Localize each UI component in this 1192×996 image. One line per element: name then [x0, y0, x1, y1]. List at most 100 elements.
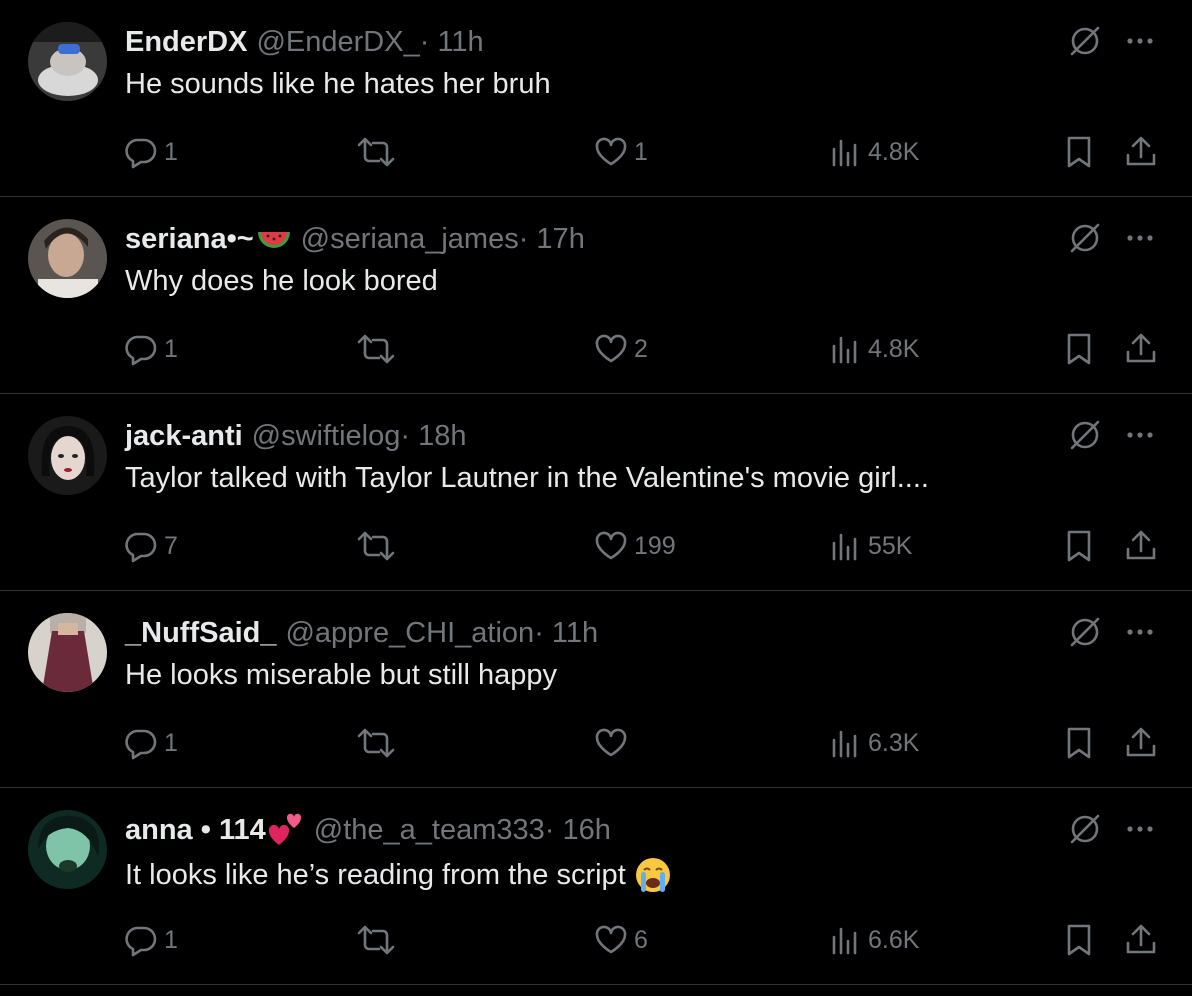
views-button[interactable]: 6.6K: [828, 918, 919, 962]
user-handle[interactable]: @swiftielog: [252, 420, 401, 453]
repost-button[interactable]: [356, 721, 396, 765]
reply-button[interactable]: 7: [124, 524, 178, 568]
reply-count: 1: [164, 728, 178, 757]
views-icon: [832, 730, 857, 758]
display-name[interactable]: EnderDX: [125, 26, 247, 59]
reply-icon: [125, 926, 157, 957]
bookmark-icon: [1067, 924, 1091, 956]
share-button[interactable]: [1124, 130, 1158, 174]
view-count: 4.8K: [868, 334, 920, 363]
share-icon: [1126, 136, 1156, 166]
more-options-icon[interactable]: [1122, 615, 1158, 649]
avatar[interactable]: [28, 416, 107, 495]
two-hearts-emoji-icon: [268, 813, 301, 845]
view-count: 6.6K: [868, 925, 920, 954]
views-icon: [832, 533, 857, 561]
like-button[interactable]: [594, 721, 634, 765]
view-count: 4.8K: [868, 137, 920, 166]
bookmark-button[interactable]: [1064, 327, 1094, 371]
post[interactable]: _NuffSaid_ @appre_CHI_ation · 11h He loo…: [0, 591, 1192, 788]
repost-button[interactable]: [356, 130, 396, 174]
avatar[interactable]: [28, 810, 107, 889]
display-name[interactable]: seriana•~: [125, 223, 254, 256]
more-options-icon[interactable]: [1122, 24, 1158, 58]
user-handle[interactable]: @appre_CHI_ation: [285, 617, 534, 650]
post-header: _NuffSaid_ @appre_CHI_ation · 11h: [125, 615, 598, 651]
share-button[interactable]: [1124, 918, 1158, 962]
grok-icon[interactable]: [1068, 24, 1102, 58]
post[interactable]: jack-anti @swiftielog · 18h Taylor talke…: [0, 394, 1192, 591]
post-header: anna • 114 @the_a_team333 · 16h: [125, 812, 611, 848]
repost-icon: [357, 728, 395, 758]
like-button[interactable]: 2: [594, 327, 648, 371]
views-icon: [832, 139, 857, 167]
display-name[interactable]: anna • 114: [125, 814, 266, 847]
user-handle[interactable]: @seriana_james: [301, 223, 519, 256]
like-button[interactable]: 1: [594, 130, 648, 174]
bookmark-button[interactable]: [1064, 524, 1094, 568]
share-button[interactable]: [1124, 327, 1158, 371]
timestamp[interactable]: · 11h: [534, 617, 598, 650]
share-icon: [1126, 530, 1156, 560]
heart-icon: [595, 334, 627, 363]
more-options-icon[interactable]: [1122, 418, 1158, 452]
post-text: He sounds like he hates her bruh: [125, 68, 551, 101]
post-text-content: Why does he look bored: [125, 265, 438, 297]
reply-button[interactable]: 1: [124, 327, 178, 371]
bookmark-button[interactable]: [1064, 130, 1094, 174]
bookmark-button[interactable]: [1064, 721, 1094, 765]
reply-button[interactable]: 1: [124, 918, 178, 962]
views-button[interactable]: 4.8K: [828, 130, 919, 174]
repost-button[interactable]: [356, 918, 396, 962]
like-button[interactable]: 199: [594, 524, 676, 568]
display-name[interactable]: _NuffSaid_: [125, 617, 276, 650]
action-bar: 1 6.3K: [0, 721, 1192, 765]
heart-icon: [595, 137, 627, 166]
action-bar: 1 6 6.6K: [0, 918, 1192, 962]
post-text: Taylor talked with Taylor Lautner in the…: [125, 462, 929, 495]
repost-button[interactable]: [356, 524, 396, 568]
more-options-icon[interactable]: [1122, 812, 1158, 846]
share-button[interactable]: [1124, 721, 1158, 765]
action-bar: 1 2 4.8K: [0, 327, 1192, 371]
heart-icon: [595, 531, 627, 560]
bookmark-button[interactable]: [1064, 918, 1094, 962]
bookmark-icon: [1067, 136, 1091, 168]
post[interactable]: EnderDX @EnderDX_ · 11h He sounds like h…: [0, 0, 1192, 197]
reply-button[interactable]: 1: [124, 721, 178, 765]
post-text-content: Taylor talked with Taylor Lautner in the…: [125, 462, 929, 494]
reply-count: 7: [164, 531, 178, 560]
more-options-icon[interactable]: [1122, 221, 1158, 255]
share-icon: [1126, 333, 1156, 363]
views-button[interactable]: 6.3K: [828, 721, 919, 765]
grok-icon[interactable]: [1068, 812, 1102, 846]
watermelon-emoji-icon: [257, 232, 290, 248]
grok-icon[interactable]: [1068, 615, 1102, 649]
timestamp[interactable]: · 16h: [545, 814, 611, 847]
views-icon: [832, 336, 857, 364]
avatar[interactable]: [28, 22, 107, 101]
grok-icon[interactable]: [1068, 418, 1102, 452]
grok-icon[interactable]: [1068, 221, 1102, 255]
view-count: 55K: [868, 531, 913, 560]
heart-icon: [595, 728, 627, 757]
repost-button[interactable]: [356, 327, 396, 371]
reply-button[interactable]: 1: [124, 130, 178, 174]
views-button[interactable]: 4.8K: [828, 327, 919, 371]
display-name[interactable]: jack-anti: [125, 420, 243, 453]
user-handle[interactable]: @the_a_team333: [314, 814, 545, 847]
timestamp[interactable]: · 17h: [519, 223, 585, 256]
share-button[interactable]: [1124, 524, 1158, 568]
user-handle[interactable]: @EnderDX_: [256, 26, 419, 59]
repost-icon: [357, 531, 395, 561]
post[interactable]: seriana•~ @seriana_james · 17h Why does …: [0, 197, 1192, 394]
timestamp[interactable]: · 18h: [400, 420, 466, 453]
avatar[interactable]: [28, 613, 107, 692]
post[interactable]: anna • 114 @the_a_team333 · 16h It looks…: [0, 788, 1192, 985]
timestamp[interactable]: · 11h: [420, 26, 484, 59]
views-button[interactable]: 55K: [828, 524, 912, 568]
like-button[interactable]: 6: [594, 918, 648, 962]
post-header: EnderDX @EnderDX_ · 11h: [125, 24, 484, 60]
view-count: 6.3K: [868, 728, 920, 757]
avatar[interactable]: [28, 219, 107, 298]
